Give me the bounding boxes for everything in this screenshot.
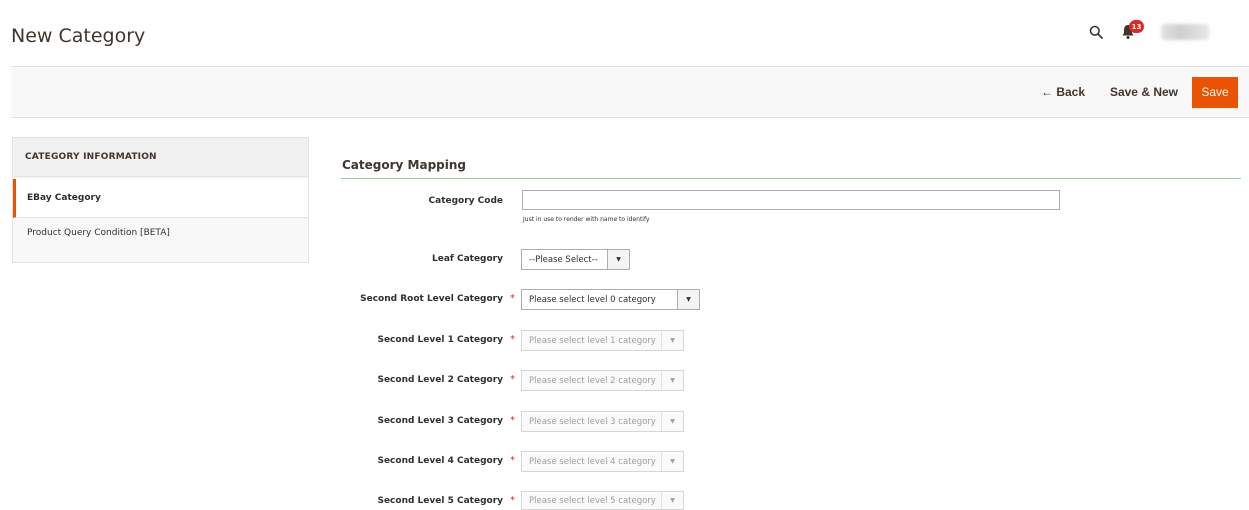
second-level-2-select[interactable]: Please select level 2 category ▼ xyxy=(521,370,684,391)
leaf-category-select[interactable]: --Please Select-- ▼ xyxy=(521,249,630,270)
category-information-tabs: CATEGORY INFORMATION EBay Category Produ… xyxy=(12,137,309,263)
second-level-1-select[interactable]: Please select level 1 category ▼ xyxy=(521,330,684,351)
tab-product-query-condition[interactable]: Product Query Condition [BETA] xyxy=(13,218,308,262)
header-actions: 13 xyxy=(1089,20,1209,42)
chevron-down-icon: ▼ xyxy=(661,371,683,390)
required-marker: * xyxy=(510,415,515,426)
second-level-3-value: Please select level 3 category xyxy=(529,416,656,427)
page-actions-bar: ← Back Save & New Save xyxy=(11,66,1249,118)
second-level-2-label: Second Level 2 Category xyxy=(377,375,503,385)
second-level-5-select[interactable]: Please select level 5 category ▼ xyxy=(521,491,684,510)
leaf-category-value: --Please Select-- xyxy=(529,254,598,265)
chevron-down-icon: ▼ xyxy=(661,412,683,431)
leaf-category-label: Leaf Category xyxy=(432,254,503,264)
second-root-level-value: Please select level 0 category xyxy=(529,294,656,305)
required-marker: * xyxy=(510,455,515,466)
page-title: New Category xyxy=(11,25,146,47)
section-title: Category Mapping xyxy=(342,158,466,172)
tab-ebay-category[interactable]: EBay Category xyxy=(13,179,308,218)
second-root-level-label: Second Root Level Category xyxy=(360,294,503,304)
second-level-1-value: Please select level 1 category xyxy=(529,335,656,346)
category-code-input[interactable] xyxy=(522,190,1060,210)
back-button-label: Back xyxy=(1056,85,1085,99)
required-marker: * xyxy=(510,495,515,506)
tabs-title: CATEGORY INFORMATION xyxy=(13,138,308,177)
required-marker: * xyxy=(510,293,515,304)
second-level-5-label: Second Level 5 Category xyxy=(377,496,503,506)
second-level-5-value: Please select level 5 category xyxy=(529,495,656,506)
second-level-3-select[interactable]: Please select level 3 category ▼ xyxy=(521,411,684,432)
second-level-4-select[interactable]: Please select level 4 category ▼ xyxy=(521,451,684,472)
chevron-down-icon: ▼ xyxy=(661,331,683,350)
required-marker: * xyxy=(510,334,515,345)
section-divider xyxy=(341,178,1241,179)
arrow-left-icon: ← xyxy=(1040,85,1057,99)
user-account-menu[interactable] xyxy=(1161,24,1209,40)
second-level-4-value: Please select level 4 category xyxy=(529,456,656,467)
save-and-new-button[interactable]: Save & New xyxy=(1100,77,1188,108)
save-button[interactable]: Save xyxy=(1192,77,1238,108)
notifications-button[interactable]: 13 xyxy=(1121,20,1144,42)
chevron-down-icon: ▼ xyxy=(607,250,629,269)
second-level-1-label: Second Level 1 Category xyxy=(377,335,503,345)
required-marker: * xyxy=(510,374,515,385)
second-root-level-select[interactable]: Please select level 0 category ▼ xyxy=(521,289,700,310)
second-level-2-value: Please select level 2 category xyxy=(529,375,656,386)
chevron-down-icon: ▼ xyxy=(661,492,683,509)
notification-count-badge: 13 xyxy=(1129,20,1144,33)
chevron-down-icon: ▼ xyxy=(661,452,683,471)
category-code-label: Category Code xyxy=(428,196,503,206)
second-level-3-label: Second Level 3 Category xyxy=(377,416,503,426)
chevron-down-icon: ▼ xyxy=(677,290,699,309)
category-code-note: Just in use to render with name to ident… xyxy=(523,216,650,223)
second-level-4-label: Second Level 4 Category xyxy=(377,456,503,466)
search-icon[interactable] xyxy=(1089,25,1103,39)
back-button[interactable]: ← Back xyxy=(1031,77,1095,108)
